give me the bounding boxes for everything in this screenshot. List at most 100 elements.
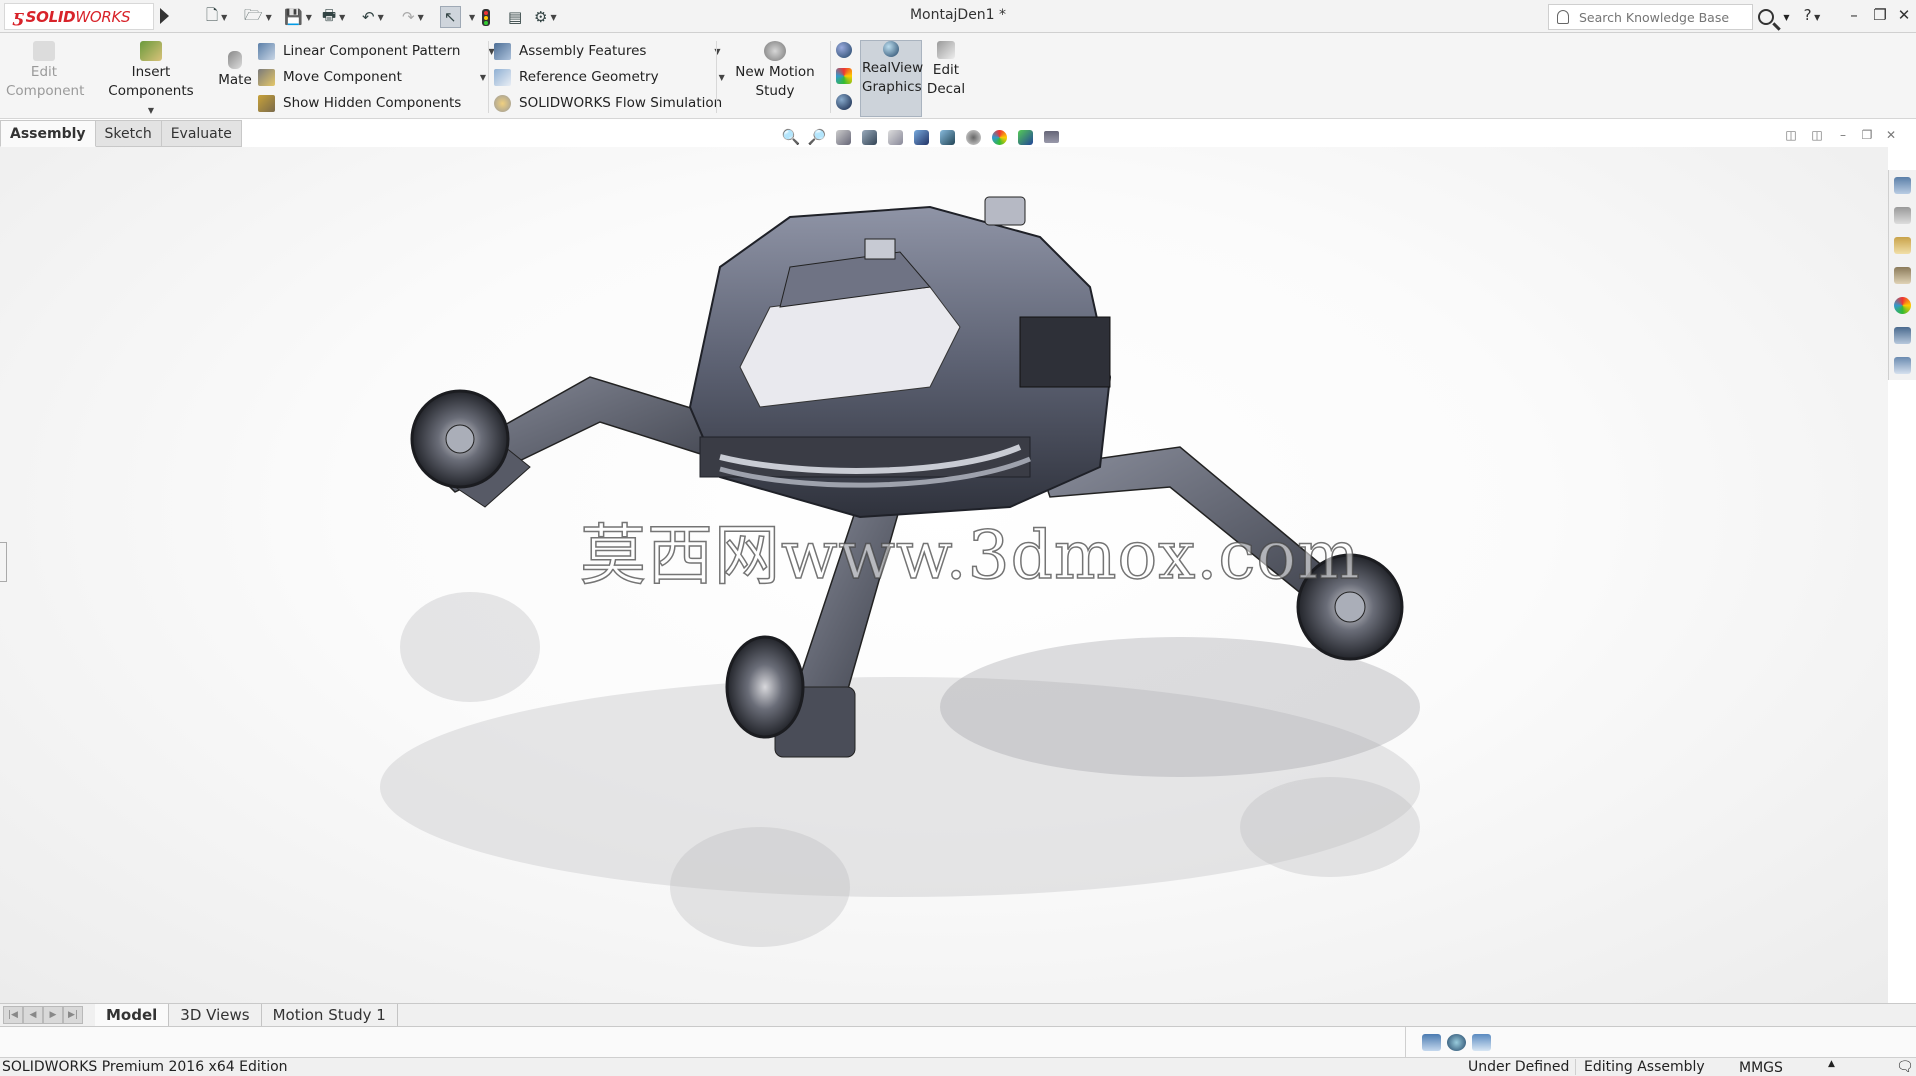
task-pane-appearances[interactable] (1889, 290, 1915, 320)
mate-button[interactable]: Mate (216, 51, 254, 90)
roof-box (864, 238, 896, 260)
chevron-down-icon[interactable]: ▼ (719, 73, 725, 82)
new-motion-study-button[interactable]: New Motion Study (728, 41, 822, 101)
separator (716, 41, 717, 113)
chat-bubble-icon[interactable]: 🗨 (1896, 1059, 1914, 1075)
chevron-down-icon[interactable]: ▼ (378, 13, 384, 22)
first-tab-icon[interactable]: |◀ (3, 1006, 23, 1024)
search-button[interactable]: ▼ (1756, 5, 1792, 29)
linear-pattern-icon (258, 42, 275, 60)
display-style-icon (939, 129, 955, 145)
search-input[interactable] (1579, 9, 1749, 25)
last-tab-icon[interactable]: ▶| (63, 1006, 83, 1024)
show-hidden-components-button[interactable]: Show Hidden Components (258, 92, 461, 114)
chevron-down-icon[interactable]: ▼ (339, 13, 345, 22)
search-icon (1758, 9, 1775, 25)
new-document-button[interactable]: 🗋 ▼ (206, 6, 227, 28)
display-style-button[interactable] (936, 127, 958, 147)
save-button[interactable]: 💾 ▼ (284, 6, 312, 28)
tab-model[interactable]: Model (95, 1004, 170, 1026)
reference-geometry-button[interactable]: Reference Geometry ▼ (494, 66, 725, 88)
rebuild-button[interactable] (482, 6, 490, 28)
bottom-tab-bar: |◀ ◀ ▶ ▶| Model 3D Views Motion Study 1 (0, 1003, 1916, 1027)
feature-tree-flyout-handle[interactable] (0, 542, 7, 582)
solidworks-logo[interactable]: ƽ SOLIDWORKS (4, 3, 154, 30)
viewport-minimize-button[interactable]: – (1834, 128, 1852, 144)
previous-tab-icon[interactable]: ◀ (23, 1006, 43, 1024)
appearance-sphere-icon[interactable] (836, 42, 852, 58)
graphics-viewport[interactable]: 莫西网www.3dmox.com Y X Z (0, 147, 1888, 1003)
move-component-button[interactable]: Move Component ▼ (258, 66, 486, 88)
options-button[interactable]: ⚙ ▼ (534, 6, 557, 28)
view-orientation-button[interactable] (910, 127, 932, 147)
chevron-down-icon[interactable]: ▼ (221, 13, 227, 22)
open-folder-icon: 🗁 (244, 5, 263, 24)
task-pane-file-explorer[interactable] (1889, 230, 1915, 260)
minimize-button[interactable]: – (1842, 6, 1866, 24)
library-icon (1893, 206, 1911, 224)
zoom-to-fit-button[interactable]: 🔍 (780, 127, 802, 147)
file-properties-button[interactable]: ▤ (508, 6, 522, 28)
insert-components-button[interactable]: Insert Components ▼ (90, 41, 212, 120)
chevron-down-icon[interactable]: ▼ (306, 13, 312, 22)
scene-colors-icon[interactable] (836, 68, 852, 84)
tab-3d-views[interactable]: 3D Views (169, 1004, 262, 1026)
chevron-down-icon[interactable]: ▼ (1812, 13, 1820, 22)
chevron-down-icon[interactable]: ▼ (90, 101, 212, 120)
chat-icon (1893, 356, 1911, 374)
print-button[interactable]: 🖶 ▼ (322, 6, 345, 28)
task-pane-view-palette[interactable] (1889, 260, 1915, 290)
tab-sketch[interactable]: Sketch (95, 120, 162, 147)
tab-evaluate[interactable]: Evaluate (161, 120, 242, 147)
chevron-down-icon[interactable]: ▼ (266, 13, 272, 22)
task-pane-home[interactable] (1889, 170, 1915, 200)
view-settings-button[interactable] (1040, 127, 1062, 147)
apply-scene-button[interactable] (1014, 127, 1036, 147)
chevron-down-icon[interactable]: ▼ (550, 13, 556, 22)
undo-button[interactable]: ↶ ▼ (362, 6, 384, 28)
chevron-up-icon[interactable]: ▲ (1828, 1059, 1835, 1069)
chevron-down-icon[interactable]: ▼ (1783, 13, 1789, 22)
zoom-to-area-button[interactable]: 🔎 (806, 127, 828, 147)
viewport-tile-right-button[interactable]: ◫ (1808, 128, 1826, 144)
assembly-features-button[interactable]: Assembly Features ▼ (494, 40, 721, 62)
open-button[interactable]: 🗁 ▼ (244, 6, 272, 28)
linear-component-pattern-button[interactable]: Linear Component Pattern ▼ (258, 40, 495, 62)
dynamic-annotation-button[interactable] (884, 127, 906, 147)
viewport-close-button[interactable]: ✕ (1882, 128, 1900, 144)
select-dropdown[interactable]: ▼ (466, 6, 475, 28)
viewport-restore-button[interactable]: ❐ (1858, 128, 1876, 144)
wheel-hub (445, 424, 475, 454)
appearance-globe-icon[interactable] (836, 94, 852, 110)
restore-button[interactable]: ❐ (1868, 6, 1892, 24)
realview-graphics-button[interactable]: RealView Graphics (862, 41, 923, 97)
chevron-down-icon[interactable]: ▼ (480, 73, 486, 82)
file-properties-icon: ▤ (508, 8, 523, 26)
search-knowledge-base[interactable] (1548, 4, 1753, 30)
camera-icon[interactable] (1422, 1033, 1441, 1051)
redo-button[interactable]: ↷ ▼ (402, 6, 424, 28)
edit-decal-button[interactable]: Edit Decal (924, 41, 968, 99)
previous-view-button[interactable] (832, 127, 854, 147)
task-pane-custom-properties[interactable] (1889, 320, 1915, 350)
section-view-button[interactable] (858, 127, 880, 147)
tab-motion-study-1[interactable]: Motion Study 1 (262, 1004, 398, 1026)
help-button[interactable]: ? ▼ (1800, 6, 1824, 24)
viewport-tile-left-button[interactable]: ◫ (1782, 128, 1800, 144)
chevron-down-icon[interactable]: ▼ (469, 13, 475, 22)
globe-icon[interactable] (1447, 1033, 1466, 1051)
next-tab-icon[interactable]: ▶ (43, 1006, 63, 1024)
chevron-down-icon[interactable]: ▼ (418, 13, 424, 22)
task-pane-forum[interactable] (1889, 350, 1915, 380)
close-button[interactable]: ✕ (1892, 6, 1916, 24)
edit-appearance-button[interactable] (988, 127, 1010, 147)
menu-expand-arrow-icon[interactable] (160, 8, 169, 24)
flow-simulation-button[interactable]: SOLIDWORKS Flow Simulation (494, 92, 722, 114)
edit-component-button[interactable]: Edit Component (6, 41, 84, 101)
tab-assembly[interactable]: Assembly (0, 120, 96, 147)
calendar-icon[interactable] (1472, 1033, 1491, 1051)
task-pane-design-library[interactable] (1889, 200, 1915, 230)
select-button[interactable]: ↖ (440, 6, 461, 28)
wheel-reflection (670, 827, 850, 947)
hide-show-items-button[interactable] (962, 127, 984, 147)
